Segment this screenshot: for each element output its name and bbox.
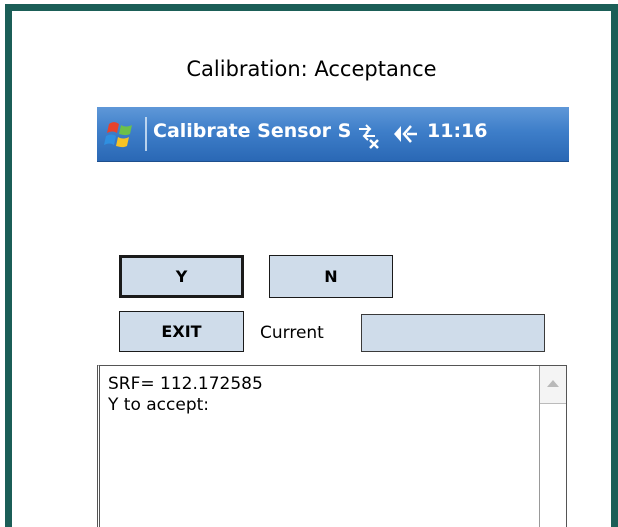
title-bar: Calibrate Sensor S 11:16: [97, 107, 569, 162]
output-textarea[interactable]: SRF= 112.172585 Y to accept:: [97, 365, 567, 527]
speaker-icon[interactable]: [389, 122, 419, 148]
current-field[interactable]: [361, 314, 545, 352]
clock-time[interactable]: 11:16: [427, 120, 487, 142]
output-line-prompt: Y to accept:: [108, 395, 210, 415]
scroll-up-arrow-icon: [547, 380, 559, 387]
output-text: SRF= 112.172585 Y to accept:: [108, 374, 263, 416]
y-button[interactable]: Y: [119, 255, 244, 298]
scroll-up-button[interactable]: [540, 366, 566, 404]
window-title: Calibrate Sensor S: [153, 120, 351, 142]
exit-button[interactable]: EXIT: [119, 311, 244, 352]
current-label: Current: [260, 323, 324, 343]
vertical-scrollbar[interactable]: [539, 366, 566, 527]
output-line-srf: SRF= 112.172585: [108, 374, 263, 394]
n-button[interactable]: N: [269, 255, 393, 298]
connectivity-off-icon[interactable]: [355, 121, 381, 149]
figure-caption: Calibration: Acceptance: [186, 57, 437, 81]
windows-flag-icon[interactable]: [101, 118, 139, 152]
figure-frame: Calibration: Acceptance Calibrate Sensor…: [5, 4, 618, 527]
title-divider: [145, 117, 147, 151]
device-screen: Calibrate Sensor S 11:16 Y N EXIT Curren…: [97, 107, 569, 527]
